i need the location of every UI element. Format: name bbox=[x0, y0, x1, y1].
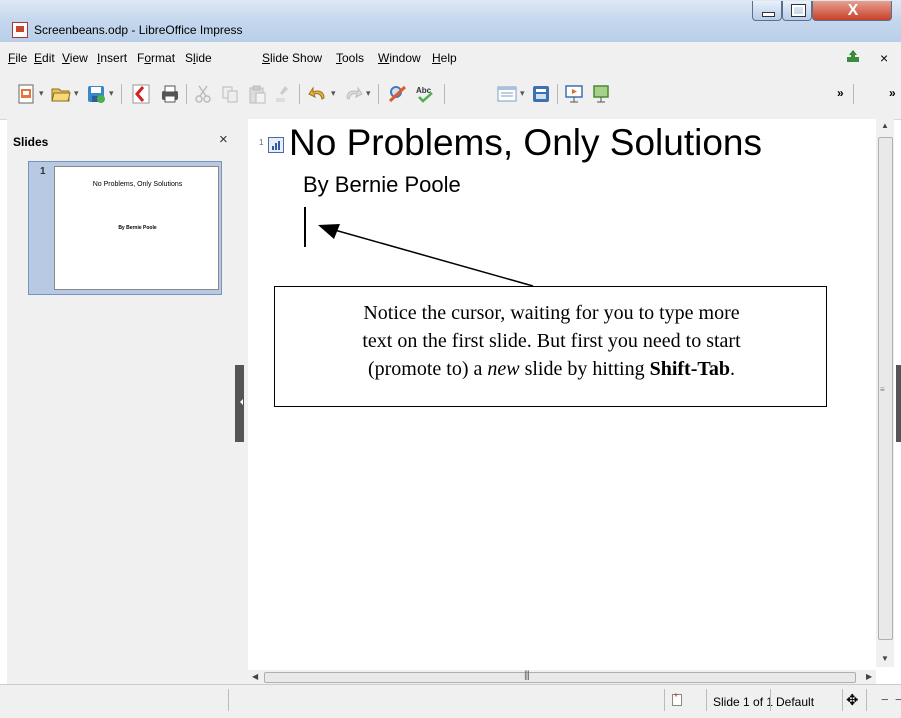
scroll-up-icon[interactable]: ▲ bbox=[881, 121, 889, 130]
menu-help[interactable]: Help bbox=[432, 51, 457, 65]
toolbar-separator bbox=[186, 84, 187, 104]
impress-app-icon[interactable] bbox=[12, 22, 28, 38]
save-dropdown-icon[interactable]: ▾ bbox=[109, 88, 114, 99]
status-separator bbox=[706, 689, 707, 711]
toolbar-overflow-button[interactable]: » bbox=[837, 86, 844, 100]
cut-icon[interactable] bbox=[193, 84, 213, 104]
open-icon[interactable] bbox=[51, 84, 71, 104]
slide-thumbnail-title: No Problems, Only Solutions bbox=[92, 181, 183, 188]
maximize-button[interactable] bbox=[782, 1, 812, 21]
paste-icon[interactable] bbox=[247, 84, 267, 104]
menu-edit[interactable]: Edit bbox=[34, 51, 55, 65]
toolbar-overflow-button-secondary[interactable]: » bbox=[889, 86, 896, 100]
open-dropdown-icon[interactable]: ▾ bbox=[74, 88, 79, 99]
menu-tools[interactable]: Tools bbox=[336, 51, 364, 65]
status-separator bbox=[866, 689, 867, 711]
menu-view[interactable]: View bbox=[62, 51, 88, 65]
callout-arrow bbox=[318, 224, 534, 287]
redo-icon[interactable] bbox=[343, 84, 363, 104]
menu-slide-show[interactable]: Slide Show bbox=[262, 51, 322, 65]
scroll-grip-icon: ≡ bbox=[880, 385, 885, 394]
callout-shortcut: Shift-Tab bbox=[649, 358, 731, 380]
scroll-left-icon[interactable]: ◀ bbox=[252, 672, 258, 681]
status-separator bbox=[228, 689, 229, 711]
print-icon[interactable] bbox=[160, 84, 180, 104]
callout-line: Notice the cursor, waiting for you to ty… bbox=[363, 302, 740, 324]
slide-thumbnail-number: 1 bbox=[40, 166, 46, 177]
clone-format-icon[interactable] bbox=[273, 84, 293, 104]
outline-subtitle[interactable]: By Bernie Poole bbox=[303, 172, 461, 198]
horizontal-scroll-thumb[interactable] bbox=[264, 672, 856, 683]
outline-slide-number: 1 bbox=[259, 138, 264, 147]
callout-text: Notice the cursor, waiting for you to ty… bbox=[275, 299, 828, 383]
svg-text:Abc: Abc bbox=[416, 86, 432, 95]
zoom-out-icon[interactable]: − bbox=[881, 692, 889, 707]
menu-slide[interactable]: Slide bbox=[185, 51, 212, 65]
zoom-slider-icon[interactable]: − bbox=[895, 692, 901, 707]
undo-icon[interactable] bbox=[308, 84, 328, 104]
undo-dropdown-icon[interactable]: ▾ bbox=[331, 88, 336, 99]
toolbar-separator bbox=[121, 84, 122, 104]
toolbar-separator bbox=[444, 84, 445, 104]
redo-dropdown-icon[interactable]: ▾ bbox=[366, 88, 371, 99]
minimize-button[interactable] bbox=[752, 1, 782, 21]
display-views-dropdown-icon[interactable]: ▾ bbox=[520, 88, 525, 99]
toolbar-separator bbox=[853, 84, 854, 104]
close-icon[interactable]: × bbox=[219, 131, 228, 148]
slide-thumbnail-subtitle: By Bernie Poole bbox=[118, 225, 157, 231]
document-modified-icon[interactable] bbox=[672, 692, 682, 706]
save-icon[interactable] bbox=[86, 84, 106, 104]
master-layout-name[interactable]: Default bbox=[776, 695, 814, 709]
slide-thumbnail[interactable]: No Problems, Only Solutions By Bernie Po… bbox=[54, 166, 219, 290]
menu-file[interactable]: File bbox=[8, 51, 27, 65]
scroll-grip-icon: ||| bbox=[524, 670, 530, 681]
scroll-right-icon[interactable]: ▶ bbox=[866, 672, 872, 681]
autospellcheck-icon[interactable]: Abc bbox=[415, 84, 435, 104]
export-pdf-icon[interactable] bbox=[131, 84, 151, 104]
spellcheck-icon[interactable] bbox=[388, 84, 408, 104]
toolbar-separator bbox=[378, 84, 379, 104]
scroll-down-icon[interactable]: ▼ bbox=[881, 654, 889, 663]
slide-icon bbox=[268, 137, 284, 153]
move-icon[interactable]: ✥ bbox=[846, 691, 859, 709]
slideshow-icon[interactable] bbox=[564, 84, 584, 104]
status-separator bbox=[842, 689, 843, 711]
slides-pane-title: Slides bbox=[13, 135, 49, 149]
outline-title[interactable]: No Problems, Only Solutions bbox=[289, 122, 762, 164]
status-separator bbox=[664, 689, 665, 711]
toolbar-separator bbox=[299, 84, 300, 104]
status-separator bbox=[770, 689, 771, 711]
slideshow-current-icon[interactable] bbox=[591, 84, 611, 104]
copy-icon[interactable] bbox=[220, 84, 240, 104]
extension-update-icon[interactable] bbox=[846, 49, 860, 63]
menu-format[interactable]: Format bbox=[137, 51, 175, 65]
menu-window[interactable]: Window bbox=[378, 51, 421, 65]
menu-insert[interactable]: Insert bbox=[97, 51, 127, 65]
callout-box: Notice the cursor, waiting for you to ty… bbox=[274, 286, 827, 407]
close-icon: X bbox=[847, 2, 859, 19]
close-window-button[interactable]: X bbox=[812, 1, 892, 21]
window-title: Screenbeans.odp - LibreOffice Impress bbox=[34, 23, 243, 37]
slide-indicator: Slide 1 of 1 bbox=[713, 695, 774, 709]
callout-emphasis: new bbox=[487, 358, 520, 380]
callout-line: (promote to) a new slide by hitting Shif… bbox=[367, 358, 736, 380]
close-document-icon[interactable]: × bbox=[880, 50, 888, 66]
new-icon[interactable] bbox=[16, 84, 36, 104]
display-views-icon[interactable] bbox=[497, 84, 517, 104]
callout-line: text on the first slide. But first you n… bbox=[362, 330, 741, 352]
pane-splitter-left[interactable] bbox=[235, 365, 244, 442]
slide-layout-icon[interactable] bbox=[531, 84, 551, 104]
new-dropdown-icon[interactable]: ▾ bbox=[39, 88, 44, 99]
toolbar-separator bbox=[557, 84, 558, 104]
pane-splitter-right[interactable] bbox=[896, 365, 901, 442]
